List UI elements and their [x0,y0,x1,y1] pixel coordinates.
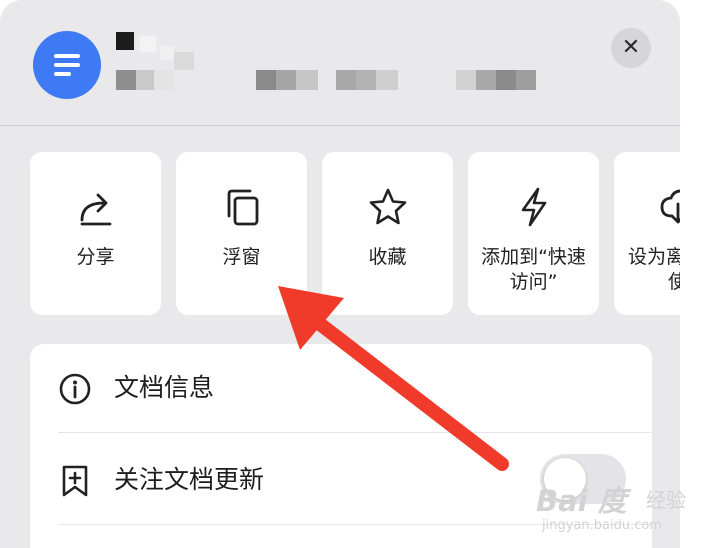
red-annotation-arrow [278,286,509,471]
watermark-logo: Bai 度 [536,484,627,518]
watermark-url: jingyan.baidu.com [542,518,662,533]
watermark-jingyan: 经验 [646,488,686,512]
